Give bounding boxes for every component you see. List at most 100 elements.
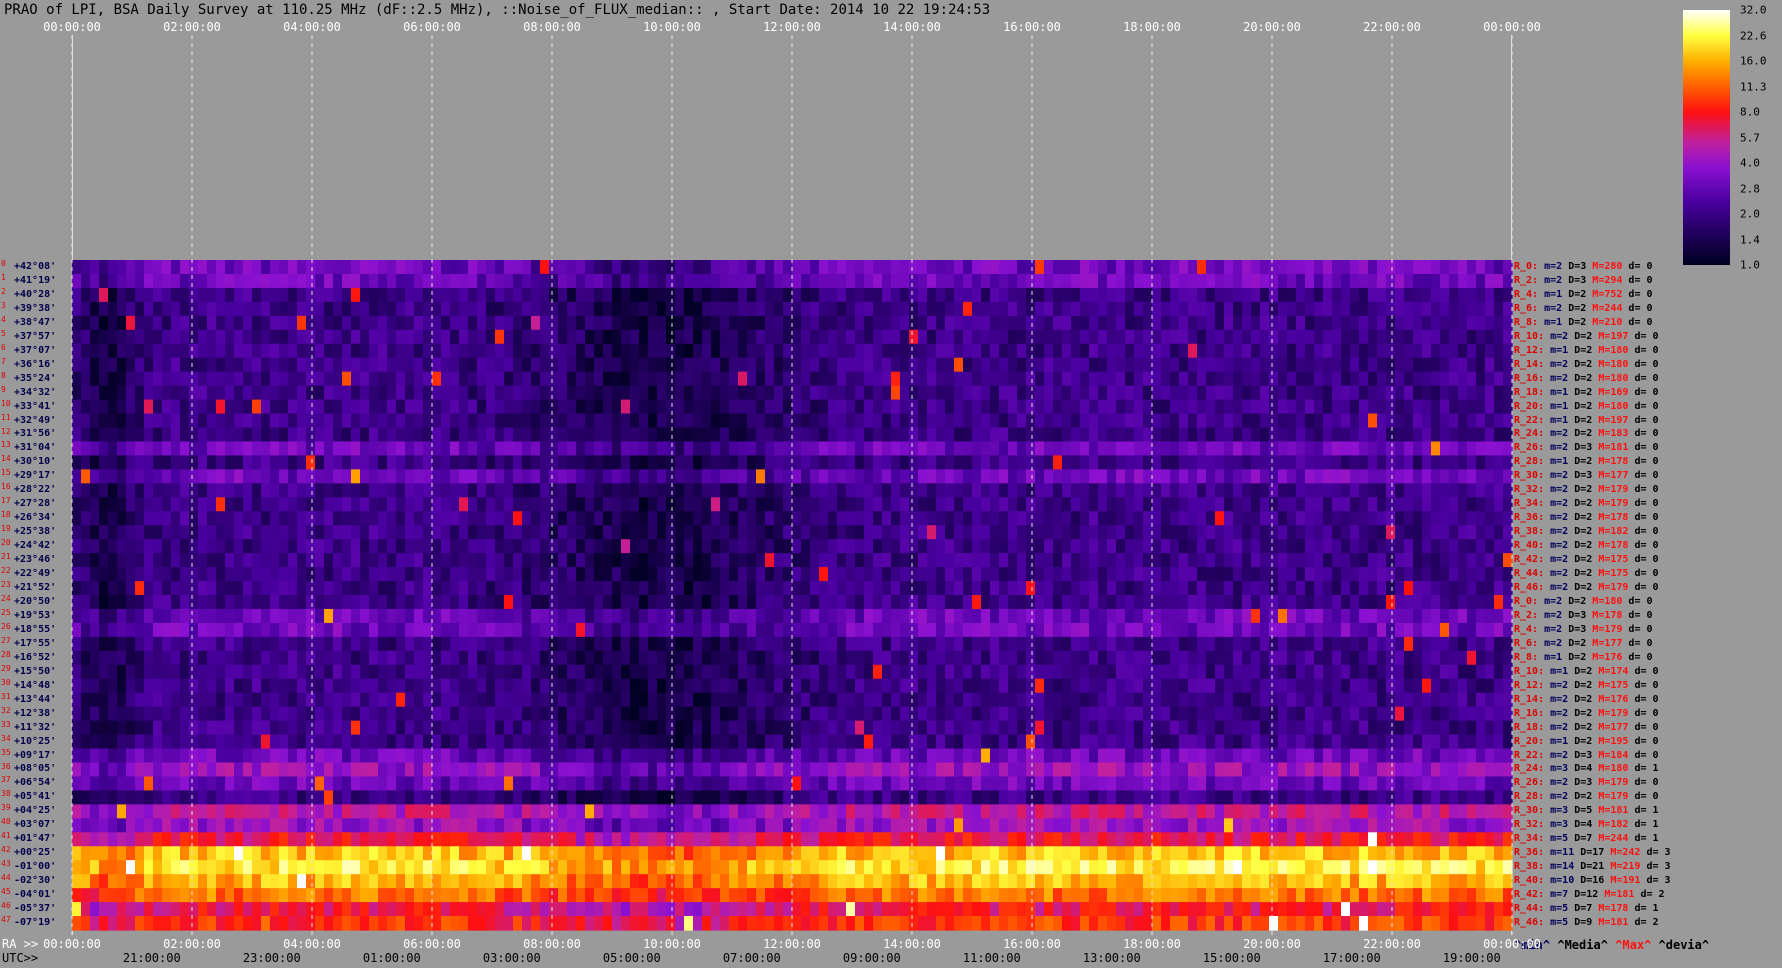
heatmap-cell bbox=[459, 581, 469, 596]
heatmap-cell bbox=[189, 553, 199, 568]
heatmap-cell bbox=[540, 469, 550, 484]
heatmap-cell bbox=[1152, 413, 1162, 429]
heatmap-cell bbox=[306, 650, 316, 666]
heatmap-cell bbox=[990, 357, 1000, 373]
heatmap-cell bbox=[1269, 622, 1279, 638]
heatmap-cell bbox=[216, 441, 226, 457]
heatmap-cell bbox=[567, 343, 577, 359]
heatmap-cell bbox=[261, 678, 271, 694]
heatmap-cell bbox=[342, 539, 352, 554]
heatmap-cell bbox=[189, 539, 199, 554]
heatmap-cell bbox=[783, 329, 793, 345]
heatmap-cell bbox=[585, 553, 595, 568]
heatmap-cell bbox=[1368, 678, 1378, 694]
heatmap-cell bbox=[414, 357, 424, 373]
heatmap-cell bbox=[351, 260, 361, 275]
heatmap-cell bbox=[99, 455, 109, 470]
heatmap-cell bbox=[1215, 315, 1225, 331]
heatmap-cell bbox=[1395, 315, 1405, 331]
heatmap-cell bbox=[711, 581, 721, 596]
heatmap-cell bbox=[351, 553, 361, 568]
heatmap-cell bbox=[693, 622, 703, 638]
heatmap-cell bbox=[1026, 539, 1036, 554]
heatmap-cell bbox=[837, 343, 847, 359]
heatmap-cell bbox=[1269, 636, 1279, 652]
heatmap-cell bbox=[1098, 636, 1108, 652]
heatmap-cell bbox=[405, 469, 415, 484]
heatmap-cell bbox=[900, 553, 910, 568]
heatmap-cell bbox=[864, 343, 874, 359]
heatmap-cell bbox=[1332, 539, 1342, 554]
heatmap-cell bbox=[117, 469, 127, 484]
heatmap-cell bbox=[864, 455, 874, 470]
heatmap-cell bbox=[234, 413, 244, 429]
heatmap-cell bbox=[135, 525, 145, 540]
heatmap-cell bbox=[252, 622, 262, 638]
heatmap-cell bbox=[684, 539, 694, 554]
heatmap-cell bbox=[1197, 511, 1207, 526]
heatmap-cell bbox=[504, 567, 514, 582]
heatmap-cell bbox=[1413, 329, 1423, 345]
heatmap-cell bbox=[99, 553, 109, 568]
heatmap-cell bbox=[702, 399, 712, 415]
heatmap-cell bbox=[306, 427, 316, 443]
heatmap-cell bbox=[1233, 497, 1243, 512]
heatmap-cell bbox=[1431, 357, 1441, 373]
heatmap-cell bbox=[666, 315, 676, 331]
heatmap-cell bbox=[1413, 427, 1423, 443]
heatmap-cell bbox=[1332, 622, 1342, 638]
heatmap-cell bbox=[729, 371, 739, 387]
heatmap-cell bbox=[531, 622, 541, 638]
heatmap-cell bbox=[576, 539, 586, 554]
heatmap-cell bbox=[846, 622, 856, 638]
heatmap-cell bbox=[477, 553, 487, 568]
heatmap-cell bbox=[954, 525, 964, 540]
heatmap-cell bbox=[1098, 567, 1108, 582]
heatmap-cell bbox=[1449, 427, 1459, 443]
heatmap-cell bbox=[1062, 497, 1072, 512]
heatmap-cell bbox=[783, 469, 793, 484]
heatmap-cell bbox=[108, 469, 118, 484]
heatmap-cell bbox=[243, 511, 253, 526]
heatmap-cell bbox=[855, 315, 865, 331]
heatmap-cell bbox=[666, 525, 676, 540]
heatmap-cell bbox=[1251, 678, 1261, 694]
heatmap-cell bbox=[1107, 287, 1117, 303]
heatmap-cell bbox=[936, 413, 946, 429]
heatmap-cell bbox=[1107, 455, 1117, 470]
heatmap-cell bbox=[324, 260, 334, 275]
heatmap-cell bbox=[315, 315, 325, 331]
heatmap-cell bbox=[117, 385, 127, 401]
heatmap-cell bbox=[459, 273, 469, 289]
heatmap-cell bbox=[432, 287, 442, 303]
heatmap-cell bbox=[882, 650, 892, 666]
heatmap-cell bbox=[972, 301, 982, 317]
heatmap-cell bbox=[513, 455, 523, 470]
heatmap-cell bbox=[297, 441, 307, 457]
heatmap-cell bbox=[315, 595, 325, 610]
heatmap-cell bbox=[297, 273, 307, 289]
heatmap-cell bbox=[369, 385, 379, 401]
heatmap-cell bbox=[1422, 399, 1432, 415]
heatmap-cell bbox=[576, 622, 586, 638]
heatmap-cell bbox=[1224, 567, 1234, 582]
heatmap-cell bbox=[423, 427, 433, 443]
heatmap-cell bbox=[594, 260, 604, 275]
heatmap-cell bbox=[1197, 427, 1207, 443]
heatmap-cell bbox=[540, 260, 550, 275]
heatmap-cell bbox=[1134, 273, 1144, 289]
heatmap-cell bbox=[252, 455, 262, 470]
heatmap-cell bbox=[747, 287, 757, 303]
heatmap-cell bbox=[288, 650, 298, 666]
heatmap-cell bbox=[936, 385, 946, 401]
heatmap-cell bbox=[1170, 455, 1180, 470]
heatmap-cell bbox=[1350, 678, 1360, 694]
heatmap-cell bbox=[711, 622, 721, 638]
heatmap-cell bbox=[1008, 315, 1018, 331]
heatmap-cell bbox=[1224, 622, 1234, 638]
heatmap-cell bbox=[954, 455, 964, 470]
heatmap-cell bbox=[693, 413, 703, 429]
heatmap-cell bbox=[900, 567, 910, 582]
heatmap-cell bbox=[567, 678, 577, 694]
heatmap-cell bbox=[1134, 553, 1144, 568]
